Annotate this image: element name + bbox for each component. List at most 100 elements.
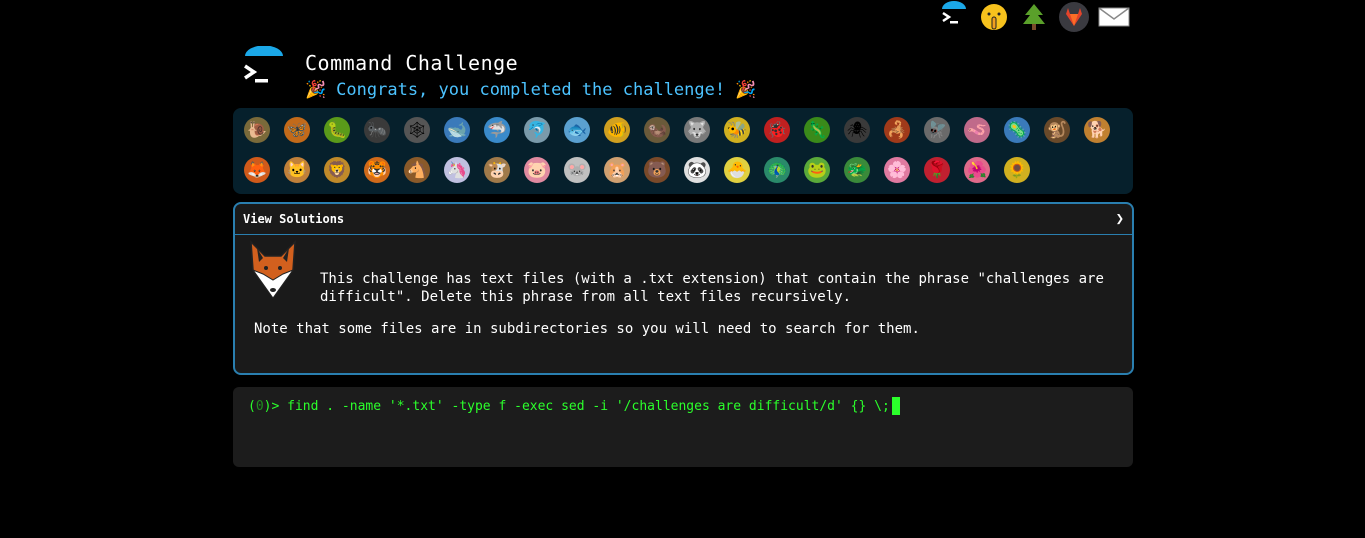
challenge-sunflower[interactable]: 🌻 — [997, 150, 1037, 190]
challenge-ladybug[interactable]: 🐞 — [757, 110, 797, 150]
challenge-mouse[interactable]: 🐭 — [557, 150, 597, 190]
challenge-pig[interactable]: 🐷 — [517, 150, 557, 190]
challenge-whale[interactable]: 🐋 — [437, 110, 477, 150]
challenge-microbe[interactable]: 🦠 — [997, 110, 1037, 150]
challenge-dog[interactable]: 🐕 — [1077, 110, 1117, 150]
fly-icon: 🪰 — [924, 117, 950, 143]
challenge-tiger[interactable]: 🐯 — [357, 150, 397, 190]
fox-icon — [247, 240, 299, 302]
snail-icon: 🐌 — [244, 117, 270, 143]
challenge-hamster[interactable]: 🐹 — [597, 150, 637, 190]
challenge-cat[interactable]: 🐱 — [277, 150, 317, 190]
terminal-input-line[interactable]: (0)> find . -name '*.txt' -type f -exec … — [248, 397, 900, 415]
page-title: Command Challenge — [305, 51, 519, 75]
challenge-description: This challenge has text files (with a .t… — [320, 271, 1104, 305]
challenge-dolphin[interactable]: 🐬 — [517, 110, 557, 150]
horse-icon: 🐴 — [404, 157, 430, 183]
cow-icon: 🐮 — [484, 157, 510, 183]
ladybug-icon: 🐞 — [764, 117, 790, 143]
mail-icon[interactable] — [1096, 0, 1132, 34]
dog-icon: 🐕 — [1084, 117, 1110, 143]
bear-icon: 🐻 — [644, 157, 670, 183]
tiger-icon: 🐯 — [364, 157, 390, 183]
challenge-butterfly[interactable]: 🦋 — [277, 110, 317, 150]
challenge-lion[interactable]: 🦁 — [317, 150, 357, 190]
challenge-note: Note that some files are in subdirectori… — [254, 321, 920, 337]
challenge-scorpion[interactable]: 🦂 — [877, 110, 917, 150]
challenge-ant[interactable]: 🐜 — [357, 110, 397, 150]
view-solutions-label: View Solutions — [243, 212, 345, 226]
microbe-icon: 🦠 — [1004, 117, 1030, 143]
challenge-shark[interactable]: 🦈 — [477, 110, 517, 150]
challenge-wolf[interactable]: 🐺 — [677, 110, 717, 150]
challenge-fly[interactable]: 🪰 — [917, 110, 957, 150]
challenge-tropical-fish[interactable]: 🐠 — [597, 110, 637, 150]
spider-web-icon: 🕸 — [404, 117, 430, 143]
challenge-spider-web[interactable]: 🕸 — [397, 110, 437, 150]
worm-icon: 🪱 — [964, 117, 990, 143]
pig-icon: 🐷 — [524, 157, 550, 183]
completion-text: Congrats, you completed the challenge! — [336, 80, 726, 100]
fox-icon: 🦊 — [244, 157, 270, 183]
challenge-caterpillar[interactable]: 🐛 — [317, 110, 357, 150]
shush-face-icon[interactable] — [976, 0, 1012, 34]
cherry-blossom-icon: 🌸 — [884, 157, 910, 183]
party-popper-icon: 🎉 — [305, 80, 327, 100]
challenge-row-1: 🐌 🦋 🐛 🐜 🕸 🐋 🦈 🐬 🐟 🐠 🦦 🐺 🐝 🐞 🦎 🕷 🦂 🪰 🪱 🦠 🐒 🐕 — [237, 110, 1117, 150]
dolphin-icon: 🐬 — [524, 117, 550, 143]
frog-icon: 🐸 — [804, 157, 830, 183]
challenge-hibiscus[interactable]: 🌺 — [957, 150, 997, 190]
bee-icon: 🐝 — [724, 117, 750, 143]
logo-icon[interactable] — [240, 45, 286, 94]
challenge-dragon[interactable]: 🐲 — [837, 150, 877, 190]
spider-icon: 🕷 — [844, 117, 870, 143]
challenge-bee[interactable]: 🐝 — [717, 110, 757, 150]
challenge-cherry-blossom[interactable]: 🌸 — [877, 150, 917, 190]
mouse-icon: 🐭 — [564, 157, 590, 183]
challenge-panda[interactable]: 🐼 — [677, 150, 717, 190]
challenge-fox[interactable]: 🦊 — [237, 150, 277, 190]
top-nav — [936, 0, 1132, 34]
terminal[interactable]: (0)> find . -name '*.txt' -type f -exec … — [233, 387, 1133, 467]
challenge-lizard[interactable]: 🦎 — [797, 110, 837, 150]
challenge-spider[interactable]: 🕷 — [837, 110, 877, 150]
rose-icon: 🌹 — [924, 157, 950, 183]
hamster-icon: 🐹 — [604, 157, 630, 183]
challenge-rose[interactable]: 🌹 — [917, 150, 957, 190]
challenge-fish[interactable]: 🐟 — [557, 110, 597, 150]
challenge-peacock[interactable]: 🦚 — [757, 150, 797, 190]
view-solutions-toggle[interactable]: View Solutions ❯ — [235, 204, 1132, 235]
terminal-logo-icon[interactable] — [936, 0, 972, 34]
challenge-worm[interactable]: 🪱 — [957, 110, 997, 150]
challenge-bear[interactable]: 🐻 — [637, 150, 677, 190]
prompt-exit-code: 0 — [255, 398, 264, 414]
challenge-horse[interactable]: 🐴 — [397, 150, 437, 190]
challenge-cow[interactable]: 🐮 — [477, 150, 517, 190]
challenge-unicorn[interactable]: 🦄 — [437, 150, 477, 190]
challenge-frog[interactable]: 🐸 — [797, 150, 837, 190]
unicorn-icon: 🦄 — [444, 157, 470, 183]
gitlab-icon[interactable] — [1056, 0, 1092, 34]
scorpion-icon: 🦂 — [884, 117, 910, 143]
challenge-monkey[interactable]: 🐒 — [1037, 110, 1077, 150]
challenge-otter[interactable]: 🦦 — [637, 110, 677, 150]
fish-icon: 🐟 — [564, 117, 590, 143]
challenge-row-2: 🦊 🐱 🦁 🐯 🐴 🦄 🐮 🐷 🐭 🐹 🐻 🐼 🐣 🦚 🐸 🐲 🌸 🌹 🌺 🌻 — [237, 150, 1037, 190]
command-text: find . -name '*.txt' -type f -exec sed -… — [279, 398, 890, 414]
tree-icon[interactable] — [1016, 0, 1052, 34]
hatching-chick-icon: 🐣 — [724, 157, 750, 183]
terminal-cursor — [891, 397, 900, 415]
challenge-panel: View Solutions ❯ This challenge has text… — [233, 202, 1134, 375]
wolf-icon: 🐺 — [684, 117, 710, 143]
dragon-icon: 🐲 — [844, 157, 870, 183]
chevron-right-icon: ❯ — [1115, 211, 1124, 227]
sunflower-icon: 🌻 — [1004, 157, 1030, 183]
lion-icon: 🦁 — [324, 157, 350, 183]
ant-icon: 🐜 — [364, 117, 390, 143]
completion-message: 🎉 Congrats, you completed the challenge!… — [305, 80, 756, 100]
caterpillar-icon: 🐛 — [324, 117, 350, 143]
prompt-open: ( — [248, 398, 256, 414]
challenge-snail[interactable]: 🐌 — [237, 110, 277, 150]
challenge-hatching-chick[interactable]: 🐣 — [717, 150, 757, 190]
hibiscus-icon: 🌺 — [964, 157, 990, 183]
